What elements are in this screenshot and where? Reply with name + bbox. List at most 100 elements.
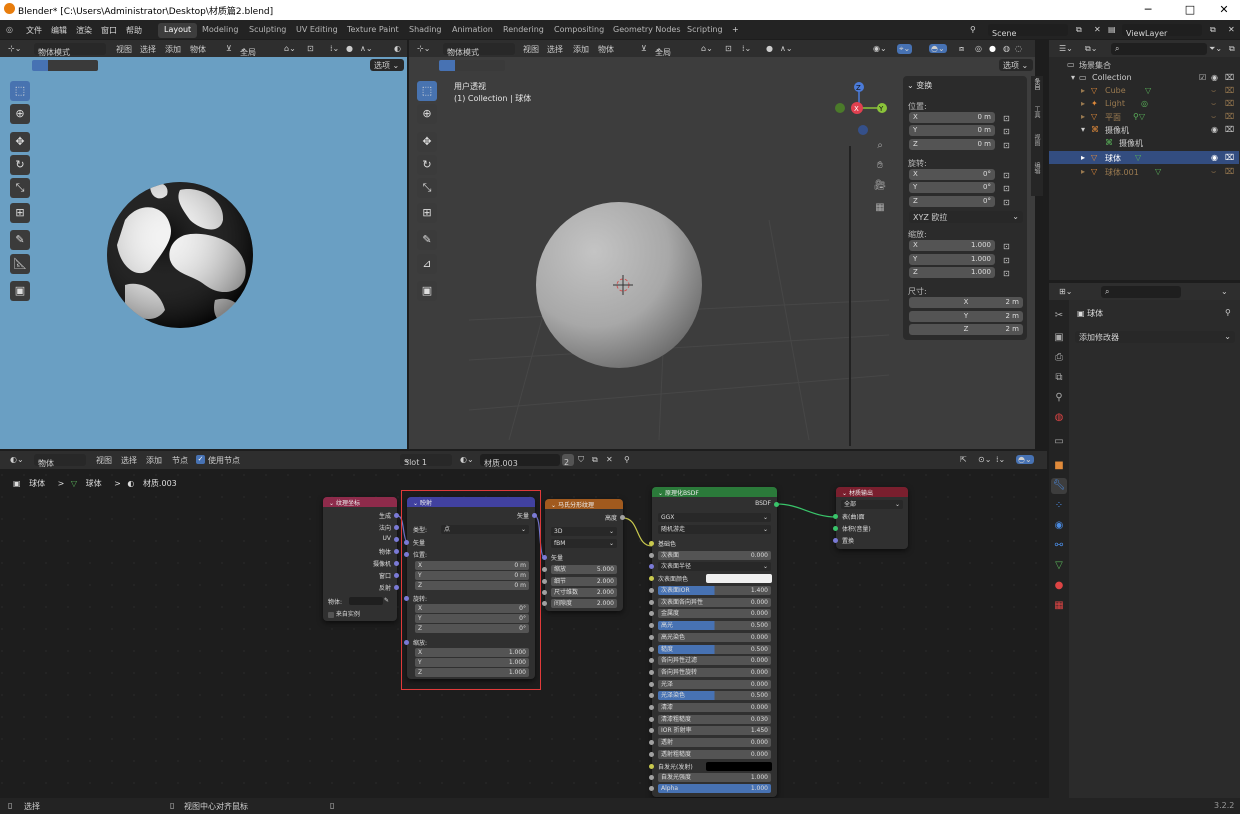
minimize-icon[interactable]: ─ bbox=[1140, 2, 1156, 18]
scale-y-field[interactable]: Y 1.000 bbox=[909, 254, 995, 265]
lock-rotation-x-icon[interactable]: ⊡ bbox=[1003, 171, 1010, 180]
output-displacement-socket[interactable] bbox=[833, 538, 838, 543]
main-selection-mode-icon[interactable] bbox=[439, 60, 505, 71]
socket-reflection[interactable] bbox=[394, 585, 399, 590]
bsdf-field-socket-14[interactable] bbox=[649, 751, 654, 757]
texcoord-object-field[interactable] bbox=[349, 597, 383, 605]
outliner-item-sphere-001[interactable]: ▸ ▽ 球体.001 ▽ ⌣ ⌧ bbox=[1049, 165, 1239, 178]
add-modifier-dropdown[interactable]: 添加修改器 ⌄ bbox=[1075, 331, 1235, 343]
maximize-icon[interactable]: □ bbox=[1182, 2, 1198, 18]
bsdf-field-socket-5[interactable] bbox=[649, 646, 654, 652]
expand-arrow-icon[interactable]: ▸ bbox=[1081, 112, 1085, 121]
rotation-x-field[interactable]: X 0° bbox=[909, 169, 995, 180]
tool-tab-icon[interactable]: ✂︎ bbox=[1051, 308, 1067, 324]
musgrave-dimension-socket[interactable] bbox=[542, 590, 547, 595]
bsdf-subsurface-color-swatch[interactable] bbox=[706, 574, 772, 583]
shader-node-editor[interactable]: ◐⌄ 物体 ⌄ 视图 选择 添加 节点 ✓ 使用节点 Slot 1 ⌄ ◐⌄ 材… bbox=[0, 451, 1047, 798]
dimension-x-field[interactable]: X2 m bbox=[909, 297, 1023, 308]
material-tab-icon[interactable]: ● bbox=[1051, 578, 1067, 594]
main-add-cube-tool-icon[interactable]: ▣ bbox=[417, 281, 437, 301]
outliner-item-sphere[interactable]: ▸ ▽ 球体 ▽ ◉ ⌧ bbox=[1049, 151, 1239, 164]
bsdf-field-socket-8[interactable] bbox=[649, 681, 654, 687]
bsdf-field-9[interactable]: 光泽染色 0.500 bbox=[658, 691, 771, 701]
bsdf-field-socket-0[interactable] bbox=[649, 588, 654, 593]
outliner-filter-icon[interactable]: ⏷⌄ bbox=[1209, 44, 1222, 54]
bsdf-node-header[interactable]: ⌄ 原理化BSDF bbox=[652, 487, 777, 497]
perspective-grid-icon[interactable]: ▦ bbox=[872, 200, 888, 216]
sidebar-tab-tool[interactable]: 工具 bbox=[1032, 106, 1041, 118]
expand-arrow-icon[interactable]: ▸ bbox=[1081, 167, 1085, 176]
bsdf-field-socket-9[interactable] bbox=[649, 693, 654, 699]
world-tab-icon[interactable]: ◍ bbox=[1051, 410, 1067, 426]
left-options-dropdown[interactable]: 选项 ⌄ bbox=[370, 59, 404, 71]
dimension-y-field[interactable]: Y2 m bbox=[909, 311, 1023, 322]
main-cursor-tool-icon[interactable]: ⊕ bbox=[417, 104, 437, 124]
musgrave-scale-field[interactable]: 缩放 5.000 bbox=[551, 565, 617, 574]
expand-arrow-icon[interactable]: ▸ bbox=[1081, 153, 1085, 162]
shading-rendered-icon[interactable]: ◌ bbox=[1015, 44, 1022, 53]
main-proportional-icon[interactable]: ● bbox=[766, 44, 773, 53]
bsdf-field-11[interactable]: 清漆粗糙度 0.030 bbox=[658, 714, 771, 724]
texture-coordinate-node[interactable]: ⌄ 纹理坐标 生成 法向 UV 物体 摄像机 窗口 反射 物体: ✎ 来自实例 bbox=[323, 497, 399, 621]
bsdf-emission-strength-field[interactable]: 自发光强度 1.000 bbox=[658, 773, 771, 782]
eyedropper-icon[interactable]: ✎ bbox=[384, 597, 389, 604]
scene-tab-icon[interactable]: ⚲ bbox=[1051, 390, 1067, 406]
bsdf-sss-method-dropdown[interactable]: 随机游走 ⌄ bbox=[658, 525, 771, 534]
left-orientation-dropdown[interactable]: 全局 ⌄ bbox=[236, 43, 276, 57]
render-camera-icon[interactable]: ⌧ bbox=[1225, 73, 1234, 82]
principled-bsdf-node[interactable]: ⌄ 原理化BSDF BSDF GGX ⌄ 随机游走 ⌄ 基础色 次表面 0.000 次… bbox=[649, 487, 779, 797]
musgrave-scale-socket[interactable] bbox=[542, 567, 547, 572]
menu-file[interactable]: 文件 bbox=[26, 25, 42, 36]
properties-search-input[interactable]: ⌕ bbox=[1101, 286, 1181, 298]
lock-location-y-icon[interactable]: ⊡ bbox=[1003, 127, 1010, 136]
render-camera-icon[interactable]: ⌧ bbox=[1225, 112, 1234, 121]
eye-hidden-icon[interactable]: ⌣ bbox=[1211, 99, 1216, 109]
xray-icon[interactable]: ⧈ bbox=[959, 44, 964, 54]
bsdf-field-12[interactable]: IOR 折射率 1.450 bbox=[658, 726, 771, 736]
output-volume-socket[interactable] bbox=[833, 526, 838, 531]
rotation-z-field[interactable]: Z 0° bbox=[909, 196, 995, 207]
modifier-tab-icon[interactable]: 🔧︎ bbox=[1051, 478, 1067, 494]
eye-icon[interactable]: ◉ bbox=[1211, 73, 1218, 82]
scene-remove-icon[interactable]: ✕ bbox=[1094, 25, 1101, 34]
add-workspace-button[interactable]: + bbox=[732, 25, 739, 34]
main-menu-add[interactable]: 添加 bbox=[573, 44, 589, 55]
bsdf-subsurface-color-socket[interactable] bbox=[649, 576, 654, 581]
bsdf-field-14[interactable]: 透射粗糙度 0.000 bbox=[658, 749, 771, 759]
bsdf-field-7[interactable]: 各向异性旋转 0.000 bbox=[658, 667, 771, 677]
outliner-item-light[interactable]: ▸ ✦ Light ◎ ⌣ ⌧ bbox=[1049, 97, 1239, 110]
expand-arrow-icon[interactable]: ▸ bbox=[1081, 86, 1085, 95]
left-menu-view[interactable]: 视图 bbox=[116, 44, 132, 55]
lock-rotation-z-icon[interactable]: ⊡ bbox=[1003, 198, 1010, 207]
bsdf-alpha-field[interactable]: Alpha 1.000 bbox=[658, 784, 771, 793]
musgrave-detail-field[interactable]: 细节 2.000 bbox=[551, 577, 617, 586]
workspace-tab-layout[interactable]: Layout bbox=[158, 23, 198, 38]
musgrave-height-socket[interactable] bbox=[620, 515, 625, 520]
bsdf-field-socket-1[interactable] bbox=[649, 599, 654, 605]
workspace-tab-compositing[interactable]: Compositing bbox=[548, 23, 610, 38]
musgrave-lacunarity-socket[interactable] bbox=[542, 601, 547, 606]
main-menu-select[interactable]: 选择 bbox=[547, 44, 563, 55]
main-viewport[interactable]: ⊹⌄ 物体模式 ⌄ 视图 选择 添加 物体 ⊻ 全局 ⌄ ⌂⌄ ⊡ ⁞⌄ ● ∧… bbox=[409, 40, 1043, 449]
outliner-scene-collection[interactable]: ▭ 场景集合 bbox=[1049, 58, 1239, 71]
bsdf-field-socket-10[interactable] bbox=[649, 705, 654, 710]
eye-icon[interactable]: ◉ bbox=[1211, 153, 1218, 162]
bsdf-subsurface-radius-dropdown[interactable]: 次表面半径 ⌄ bbox=[658, 562, 771, 571]
show-gizmo-icon[interactable]: ◉⌄ bbox=[873, 44, 887, 53]
output-tab-icon[interactable]: ⎙ bbox=[1051, 350, 1067, 366]
main-rotate-tool-icon[interactable]: ↻ bbox=[417, 155, 437, 175]
musgrave-detail-socket[interactable] bbox=[542, 579, 547, 584]
scene-selector[interactable]: Scene bbox=[988, 24, 1068, 38]
main-pivot-icon[interactable]: ⌂⌄ bbox=[701, 44, 713, 53]
socket-camera[interactable] bbox=[394, 561, 399, 566]
editor-type-icon[interactable]: ⊹⌄ bbox=[8, 44, 21, 53]
musgrave-texture-node[interactable]: ⌄ 马氏分形纹理 高度 3D ⌄ fBM ⌄ 矢量 缩放 5.000 细节 2.000 … bbox=[542, 499, 625, 611]
scale-x-field[interactable]: X 1.000 bbox=[909, 240, 995, 251]
main-snap-options-icon[interactable]: ⁞⌄ bbox=[742, 44, 751, 53]
menu-render[interactable]: 渲染 bbox=[76, 25, 92, 36]
outliner-display-icon[interactable]: ⧉⌄ bbox=[1085, 44, 1097, 54]
texture-tab-icon[interactable]: ▦ bbox=[1051, 598, 1067, 614]
musgrave-type-dropdown[interactable]: fBM ⌄ bbox=[551, 539, 617, 548]
bsdf-field-6[interactable]: 各向异性过滤 0.000 bbox=[658, 656, 771, 666]
texcoord-node-header[interactable]: ⌄ 纹理坐标 bbox=[323, 497, 397, 507]
